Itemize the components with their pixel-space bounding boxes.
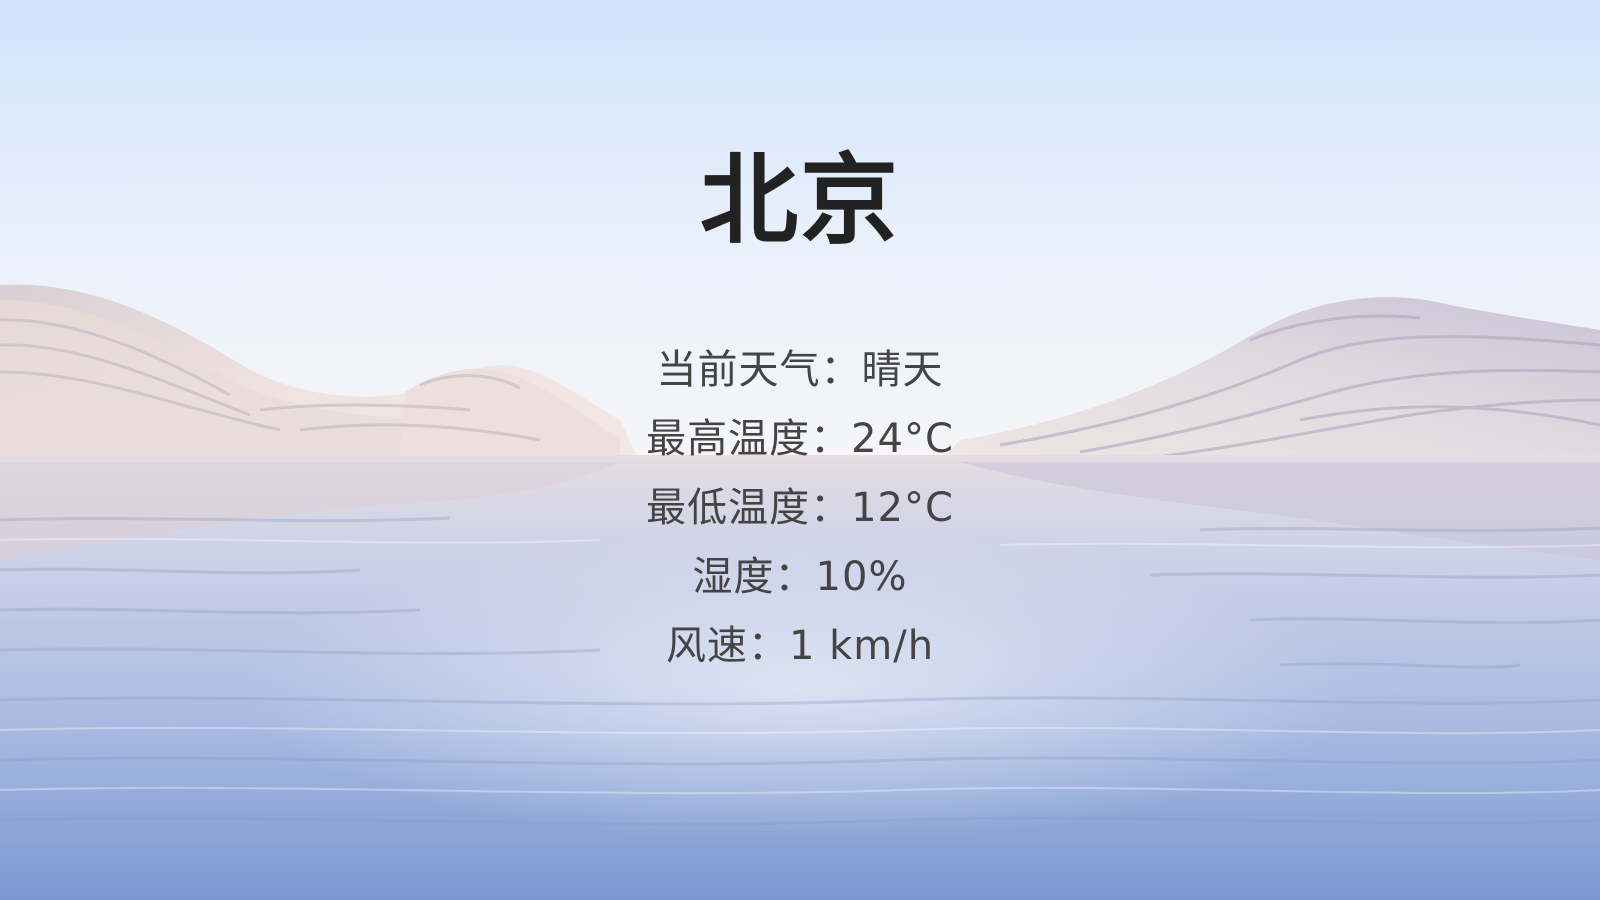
max-temperature-row: 最高温度：24°C [0, 405, 1600, 474]
current-weather-row: 当前天气：晴天 [0, 336, 1600, 405]
current-weather-value: 晴天 [861, 347, 944, 393]
current-weather-label: 当前天气： [656, 347, 862, 393]
min-temperature-label: 最低温度： [646, 485, 852, 531]
min-temperature-row: 最低温度：12°C [0, 474, 1600, 543]
wind-speed-value: 1 km/h [788, 623, 935, 669]
city-name: 北京 [699, 144, 900, 258]
max-temperature-value: 24°C [851, 416, 954, 462]
humidity-row: 湿度：10% [0, 543, 1600, 612]
humidity-label: 湿度： [692, 554, 816, 600]
weather-details: 当前天气：晴天 最高温度：24°C 最低温度：12°C 湿度：10% 风速：1 … [0, 336, 1600, 681]
wind-speed-row: 风速：1 km/h [0, 612, 1600, 681]
wind-speed-label: 风速： [665, 623, 789, 669]
min-temperature-value: 12°C [851, 485, 954, 531]
max-temperature-label: 最高温度： [646, 416, 852, 462]
weather-card: 北京 当前天气：晴天 最高温度：24°C 最低温度：12°C 湿度：10% 风速… [0, 0, 1600, 900]
humidity-value: 10% [815, 554, 908, 600]
